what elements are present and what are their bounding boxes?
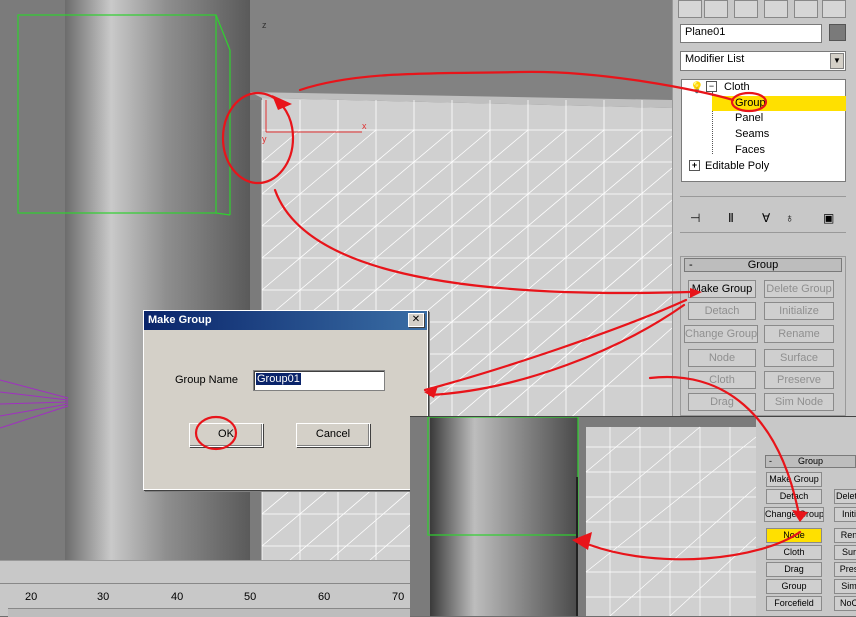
inset-rollout-header[interactable]: - Group xyxy=(765,455,856,468)
inset-rename-button[interactable]: Ren xyxy=(834,528,856,543)
modifier-list-label: Modifier List xyxy=(685,53,745,65)
inset-group-button[interactable]: Group xyxy=(766,579,822,594)
remove-modifier-icon[interactable]: ♁ xyxy=(785,211,794,225)
axis-y-label: y xyxy=(262,134,267,144)
node-button[interactable]: Node xyxy=(688,349,756,367)
chevron-down-icon[interactable]: ▼ xyxy=(830,53,844,69)
bulb-icon[interactable]: 💡 xyxy=(690,81,704,94)
inset-cloth-button[interactable]: Cloth xyxy=(766,545,822,560)
sim-node-button[interactable]: Sim Node xyxy=(764,393,834,411)
close-icon[interactable]: ✕ xyxy=(408,313,424,327)
stack-item-editable-poly[interactable]: Editable Poly xyxy=(705,160,769,172)
inset-make-group-button[interactable]: Make Group xyxy=(766,472,822,487)
stack-item-faces[interactable]: Faces xyxy=(735,144,765,156)
rename-button[interactable]: Rename xyxy=(764,325,834,343)
group-name-value: Group01 xyxy=(256,373,301,385)
modify-tab-icon[interactable] xyxy=(704,0,728,18)
cloth-button[interactable]: Cloth xyxy=(688,371,756,389)
make-group-button[interactable]: Make Group xyxy=(688,280,756,298)
stack-item-group-label: Group xyxy=(735,97,766,109)
inset-initialize-button[interactable]: Initi xyxy=(834,507,856,522)
configure-sets-icon[interactable]: ▣ xyxy=(823,211,834,225)
inset-node-button[interactable]: Node xyxy=(766,528,822,543)
drag-button[interactable]: Drag xyxy=(688,393,756,411)
change-group-button[interactable]: Change Group xyxy=(684,325,758,343)
timeline-tick: 70 xyxy=(392,591,405,603)
show-end-result-icon[interactable]: Ⅱ xyxy=(728,211,734,225)
timeline-tick: 20 xyxy=(25,591,38,603)
axis-x-label: x xyxy=(362,121,367,131)
stack-item-cloth[interactable]: Cloth xyxy=(724,81,750,93)
modifier-stack[interactable]: 💡 − Cloth Group Panel Seams Faces + Edit… xyxy=(681,79,846,182)
object-name-field[interactable]: Plane01 xyxy=(680,24,822,43)
divider xyxy=(680,232,846,233)
hierarchy-tab-icon[interactable] xyxy=(734,0,758,18)
inset-no-collide-button[interactable]: NoC xyxy=(834,596,856,611)
timeline-tick: 40 xyxy=(171,591,184,603)
timeline-tick: 50 xyxy=(244,591,257,603)
detach-button[interactable]: Detach xyxy=(688,302,756,320)
motion-tab-icon[interactable] xyxy=(764,0,788,18)
timeline-track xyxy=(0,583,410,584)
surface-button[interactable]: Surface xyxy=(764,349,834,367)
axis-z-label: z xyxy=(262,20,267,30)
timeline-tick: 60 xyxy=(318,591,331,603)
inset-delete-button[interactable]: Delete xyxy=(834,489,856,504)
expand-icon[interactable]: + xyxy=(689,160,700,171)
rollout-title: Group xyxy=(747,259,779,271)
stack-item-seams[interactable]: Seams xyxy=(735,128,769,140)
inset-drag-button[interactable]: Drag xyxy=(766,562,822,577)
object-color-swatch[interactable] xyxy=(829,24,846,41)
inset-forcefield-button[interactable]: Forcefield xyxy=(766,596,822,611)
preserve-button[interactable]: Preserve xyxy=(764,371,834,389)
group-rollout-header[interactable]: - Group xyxy=(684,258,842,272)
pin-stack-icon[interactable]: ⊣ xyxy=(690,211,700,225)
inset-rollout-title: Group xyxy=(797,456,823,466)
inset-screenshot: - Group Make Group Detach Change Group N… xyxy=(410,416,856,616)
inset-sim-node-button[interactable]: Sim xyxy=(834,579,856,594)
rollout-minus: - xyxy=(689,259,693,271)
utilities-tab-icon[interactable] xyxy=(822,0,846,18)
cancel-button[interactable]: Cancel xyxy=(296,423,370,447)
collapse-icon[interactable]: − xyxy=(706,81,717,92)
inset-change-group-button[interactable]: Change Group xyxy=(764,507,824,522)
create-tab-icon[interactable] xyxy=(678,0,702,18)
display-tab-icon[interactable] xyxy=(794,0,818,18)
inset-rollout-minus: - xyxy=(769,456,772,466)
initialize-button[interactable]: Initialize xyxy=(764,302,834,320)
inset-preserve-button[interactable]: Pres xyxy=(834,562,856,577)
group-name-input[interactable]: Group01 xyxy=(253,370,385,391)
make-unique-icon[interactable]: ∀ xyxy=(762,211,770,225)
delete-group-button[interactable]: Delete Group xyxy=(764,280,834,298)
stack-item-panel[interactable]: Panel xyxy=(735,112,763,124)
group-name-label: Group Name xyxy=(175,374,238,386)
make-group-dialog: Make Group ✕ Group Name Group01 OK Cance… xyxy=(143,310,428,490)
inset-surface-button[interactable]: Sur xyxy=(834,545,856,560)
modifier-list-dropdown[interactable]: Modifier List ▼ xyxy=(680,51,846,71)
inset-detach-button[interactable]: Detach xyxy=(766,489,822,504)
status-bar xyxy=(8,608,410,617)
timeline-tick: 30 xyxy=(97,591,110,603)
dialog-title: Make Group xyxy=(144,311,427,330)
ok-button[interactable]: OK xyxy=(189,423,263,447)
divider xyxy=(680,196,846,197)
stack-item-group[interactable]: Group xyxy=(712,96,846,111)
